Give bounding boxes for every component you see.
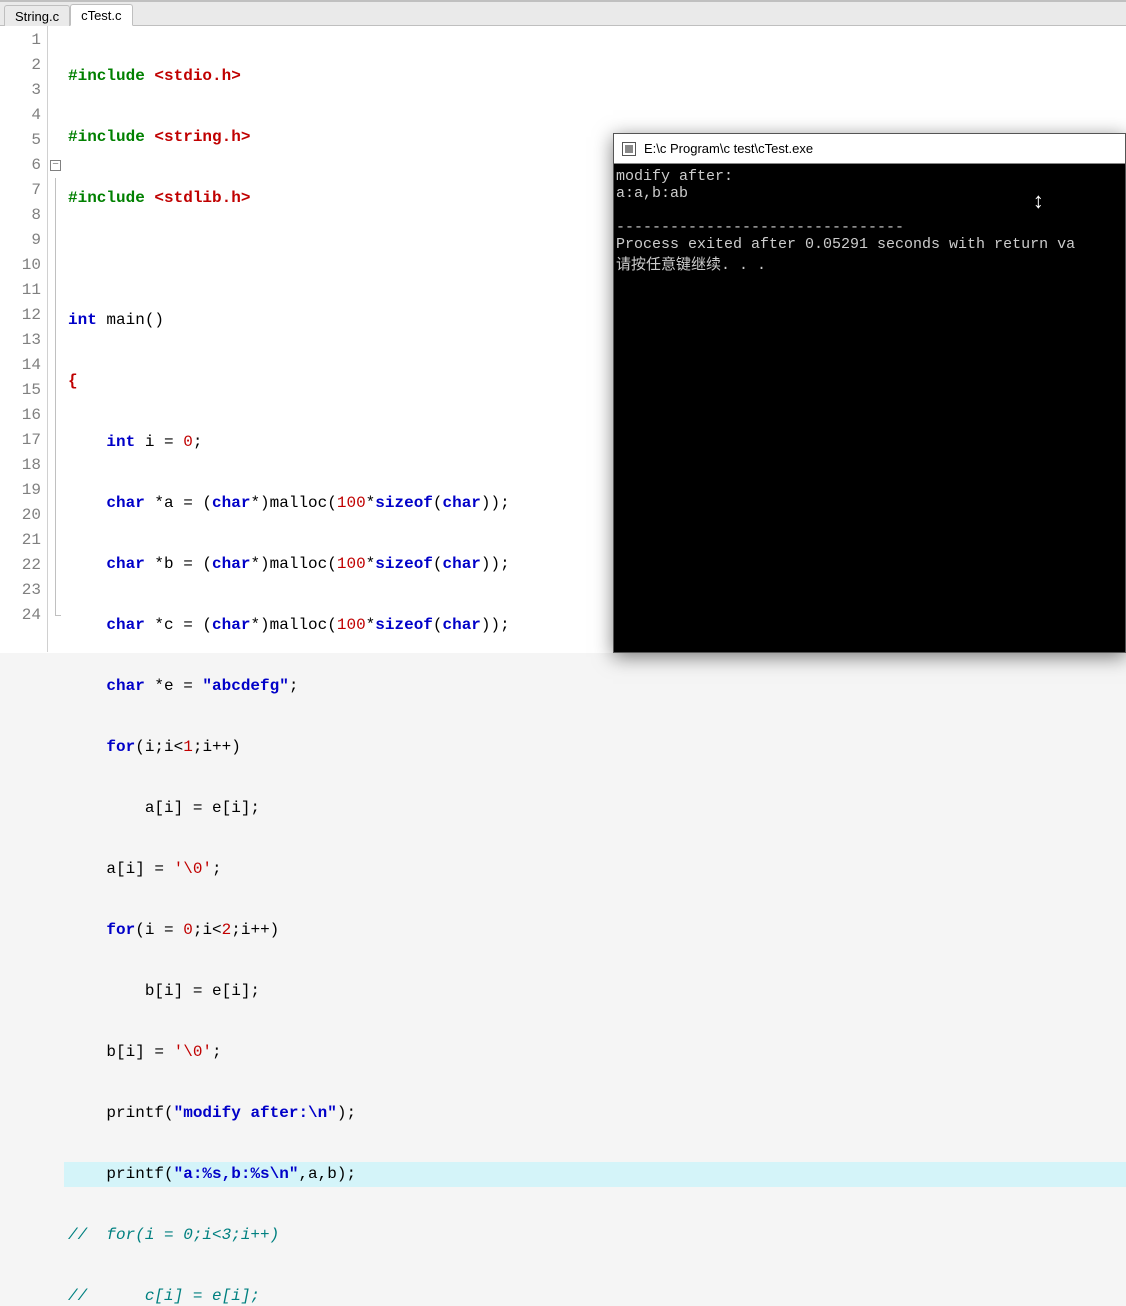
code-line[interactable]: a[i] = e[i]; bbox=[64, 796, 1126, 821]
line-number: 20 bbox=[0, 503, 47, 528]
line-number: 11 bbox=[0, 278, 47, 303]
console-titlebar[interactable]: E:\c Program\c test\cTest.exe bbox=[614, 134, 1125, 164]
console-line: Process exited after 0.05291 seconds wit… bbox=[616, 236, 1075, 253]
code-line[interactable]: printf("modify after:\n"); bbox=[64, 1101, 1126, 1126]
line-number-gutter: 1 2 3 4 5 6 7 8 9 10 11 12 13 14 15 16 1… bbox=[0, 26, 48, 652]
line-number: 22 bbox=[0, 553, 47, 578]
line-number: 3 bbox=[0, 78, 47, 103]
resize-cursor-icon: ↕ bbox=[1032, 190, 1045, 215]
line-number: 17 bbox=[0, 428, 47, 453]
console-output[interactable]: modify after: a:a,b:ab -----------------… bbox=[614, 164, 1125, 278]
line-number: 16 bbox=[0, 403, 47, 428]
line-number: 2 bbox=[0, 53, 47, 78]
line-number: 19 bbox=[0, 478, 47, 503]
line-number: 23 bbox=[0, 578, 47, 603]
code-line[interactable]: a[i] = '\0'; bbox=[64, 857, 1126, 882]
console-separator: -------------------------------- bbox=[616, 219, 904, 236]
console-app-icon bbox=[622, 142, 636, 156]
console-line: a:a,b:ab bbox=[616, 185, 688, 202]
line-number: 14 bbox=[0, 353, 47, 378]
code-line[interactable]: #include <stdio.h> bbox=[64, 64, 1126, 89]
console-line: modify after: bbox=[616, 168, 733, 185]
code-line[interactable]: for(i;i<1;i++) bbox=[64, 735, 1126, 760]
line-number: 5 bbox=[0, 128, 47, 153]
console-line: 请按任意键继续. . . bbox=[616, 257, 766, 274]
line-number: 7 bbox=[0, 178, 47, 203]
line-number: 9 bbox=[0, 228, 47, 253]
line-number: 13 bbox=[0, 328, 47, 353]
console-title-text: E:\c Program\c test\cTest.exe bbox=[644, 141, 813, 156]
code-line[interactable]: // c[i] = e[i]; bbox=[64, 1284, 1126, 1306]
line-number: 4 bbox=[0, 103, 47, 128]
line-number: 10 bbox=[0, 253, 47, 278]
line-number: 1 bbox=[0, 28, 47, 53]
line-number: 24 bbox=[0, 603, 47, 628]
tab-ctest-c[interactable]: cTest.c bbox=[70, 4, 132, 26]
tab-strip: String.c cTest.c bbox=[0, 2, 1126, 26]
code-line[interactable]: char *e = "abcdefg"; bbox=[64, 674, 1126, 699]
code-line[interactable]: b[i] = e[i]; bbox=[64, 979, 1126, 1004]
code-line[interactable]: // for(i = 0;i<3;i++) bbox=[64, 1223, 1126, 1248]
line-number: 6 bbox=[0, 153, 47, 178]
code-line[interactable]: for(i = 0;i<2;i++) bbox=[64, 918, 1126, 943]
line-number: 21 bbox=[0, 528, 47, 553]
line-number: 18 bbox=[0, 453, 47, 478]
line-number: 15 bbox=[0, 378, 47, 403]
fold-toggle-icon[interactable]: − bbox=[50, 160, 61, 171]
fold-column: − bbox=[48, 26, 64, 652]
code-line-current[interactable]: printf("a:%s,b:%s\n",a,b); bbox=[64, 1162, 1126, 1187]
line-number: 8 bbox=[0, 203, 47, 228]
line-number: 12 bbox=[0, 303, 47, 328]
console-window[interactable]: E:\c Program\c test\cTest.exe modify aft… bbox=[613, 133, 1126, 653]
code-line[interactable]: b[i] = '\0'; bbox=[64, 1040, 1126, 1065]
tab-string-c[interactable]: String.c bbox=[4, 5, 70, 26]
